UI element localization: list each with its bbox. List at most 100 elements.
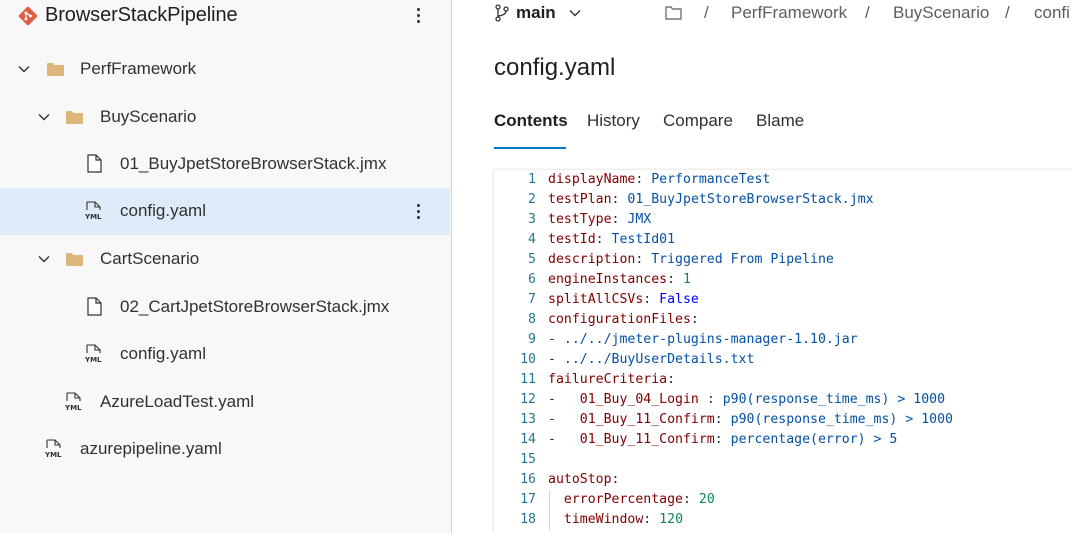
tree-item-label: PerfFramework	[80, 59, 197, 78]
line-number: 8	[528, 312, 536, 327]
line-number: 4	[528, 232, 536, 247]
tab-compare[interactable]: Compare	[663, 111, 733, 131]
code-text: timeWindow: 120	[548, 510, 683, 530]
breadcrumb-separator: /	[1005, 3, 1010, 22]
code-token: 01_Buy_11_Confirm	[579, 432, 715, 447]
code-token: errorPercentage	[563, 492, 683, 507]
code-token: p90(response_time_ms) > 1000	[730, 412, 953, 427]
line-number: 9	[528, 332, 536, 347]
code-token: displayName	[548, 172, 636, 187]
yaml-file-icon: YML	[85, 201, 102, 221]
code-token: :	[595, 232, 612, 247]
tree-item-cart-jmx[interactable]: 02_CartJpetStoreBrowserStack.jmx	[0, 284, 450, 331]
branch-name: main	[516, 3, 556, 22]
file-more-options-icon[interactable]	[415, 202, 423, 222]
tree-item-azureloadtest-yaml[interactable]: YML AzureLoadTest.yaml	[0, 379, 450, 426]
code-text: errorPercentage: 20	[548, 490, 715, 510]
code-text: testPlan: 01_BuyJpetStoreBrowserStack.jm…	[548, 190, 874, 210]
tree-item-cartscenario[interactable]: CartScenario	[0, 236, 450, 283]
file-icon	[87, 154, 102, 173]
repo-more-options-icon[interactable]	[415, 6, 423, 26]
code-text: autoStop:	[548, 470, 619, 490]
code-line: 13- 01_Buy_11_Confirm: p90(response_time…	[494, 410, 1072, 430]
code-line: 11 failureCriteria:	[494, 370, 1072, 390]
code-token: PerformanceTest	[651, 172, 771, 187]
code-token: -	[548, 412, 580, 427]
tree-item-buy-config-yaml[interactable]: YML config.yaml	[0, 188, 450, 235]
code-token: JMX	[627, 212, 652, 227]
folder-outline-icon[interactable]	[665, 5, 682, 20]
line-number: 13	[520, 412, 536, 427]
code-text: - 01_Buy_11_Confirm: p90(response_time_m…	[548, 410, 953, 430]
code-text: - 01_Buy_04_Login : p90(response_time_ms…	[548, 390, 945, 410]
line-number: 18	[520, 512, 536, 527]
folder-icon	[47, 63, 64, 76]
repo-name[interactable]: BrowserStackPipeline	[45, 4, 238, 27]
code-line: 14- 01_Buy_11_Confirm: percentage(error)…	[494, 430, 1072, 450]
folder-icon	[66, 111, 83, 124]
chevron-down-icon[interactable]	[37, 252, 51, 266]
yaml-file-icon: YML	[85, 344, 102, 364]
code-token: :	[635, 172, 652, 187]
code-text: - ../../BuyUserDetails.txt	[548, 350, 754, 370]
code-token: -	[548, 352, 564, 367]
code-line: 8 configurationFiles:	[494, 310, 1072, 330]
code-line: 3 testType: JMX	[494, 210, 1072, 230]
git-branch-icon	[495, 4, 509, 22]
tree-item-cart-config-yaml[interactable]: YML config.yaml	[0, 331, 450, 378]
file-view: main / PerfFramework / BuyScenario / con…	[453, 0, 1072, 533]
code-token: p90(response_time_ms) > 1000	[722, 392, 946, 407]
tree-item-label: CartScenario	[100, 249, 200, 268]
code-token: :	[643, 292, 660, 307]
breadcrumb-perfframework[interactable]: PerfFramework	[731, 3, 847, 23]
code-token: 1	[682, 272, 691, 287]
tree-item-buy-jmx[interactable]: 01_BuyJpetStoreBrowserStack.jmx	[0, 141, 450, 188]
code-token: description	[548, 252, 636, 267]
code-editor[interactable]: 1 displayName: PerformanceTest 2 testPlan: …	[494, 170, 1072, 533]
code-token: :	[714, 412, 731, 427]
code-line: 2 testPlan: 01_BuyJpetStoreBrowserStack.j…	[494, 190, 1072, 210]
line-number: 6	[528, 272, 536, 287]
tab-history[interactable]: History	[587, 111, 640, 131]
file-icon	[87, 297, 102, 316]
code-token: percentage(error) > 5	[730, 432, 898, 447]
code-token: testPlan	[548, 192, 612, 207]
folder-icon	[66, 253, 83, 266]
code-token: -	[548, 332, 564, 347]
code-token: testId	[548, 232, 596, 247]
tree-item-perfframework[interactable]: PerfFramework	[0, 46, 450, 93]
code-token: 20	[698, 492, 715, 507]
tree-item-azurepipeline-yaml[interactable]: YML azurepipeline.yaml	[0, 426, 450, 473]
code-text: engineInstances: 1	[548, 270, 691, 290]
chevron-down-icon[interactable]	[17, 62, 31, 76]
code-text: displayName: PerformanceTest	[548, 170, 770, 190]
code-token: configurationFiles	[548, 312, 691, 327]
breadcrumb-separator: /	[865, 3, 870, 22]
code-token: Triggered From Pipeline	[651, 252, 834, 267]
code-token: 01_Buy_11_Confirm	[579, 412, 715, 427]
code-line: 9- ../../jmeter-plugins-manager-1.10.jar	[494, 330, 1072, 350]
tree-item-label: AzureLoadTest.yaml	[100, 392, 255, 411]
tab-contents[interactable]: Contents	[494, 111, 568, 131]
code-line: 5 description: Triggered From Pipeline	[494, 250, 1072, 270]
breadcrumb-config[interactable]: confi	[1034, 3, 1070, 23]
code-line: 1 displayName: PerformanceTest	[494, 170, 1072, 190]
code-line: 15	[494, 450, 1072, 470]
code-token: False	[659, 292, 699, 307]
line-number: 11	[520, 372, 536, 387]
tab-blame[interactable]: Blame	[756, 111, 804, 131]
code-text: testId: TestId01	[548, 230, 675, 250]
code-line: 10- ../../BuyUserDetails.txt	[494, 350, 1072, 370]
code-token: splitAllCSVs	[548, 292, 644, 307]
yaml-badge: YML	[85, 213, 102, 221]
tree-item-label: config.yaml	[120, 201, 206, 220]
code-token: engineInstances	[548, 272, 668, 287]
code-token: :	[714, 432, 731, 447]
chevron-down-icon[interactable]	[37, 110, 51, 124]
code-token: :	[611, 212, 628, 227]
tree-item-buyscenario[interactable]: BuyScenario	[0, 94, 450, 141]
file-explorer-sidebar: BrowserStackPipeline PerfFramework BuySc…	[0, 0, 452, 533]
line-number: 16	[520, 472, 536, 487]
breadcrumb-buyscenario[interactable]: BuyScenario	[893, 3, 989, 23]
code-token: :	[682, 492, 699, 507]
